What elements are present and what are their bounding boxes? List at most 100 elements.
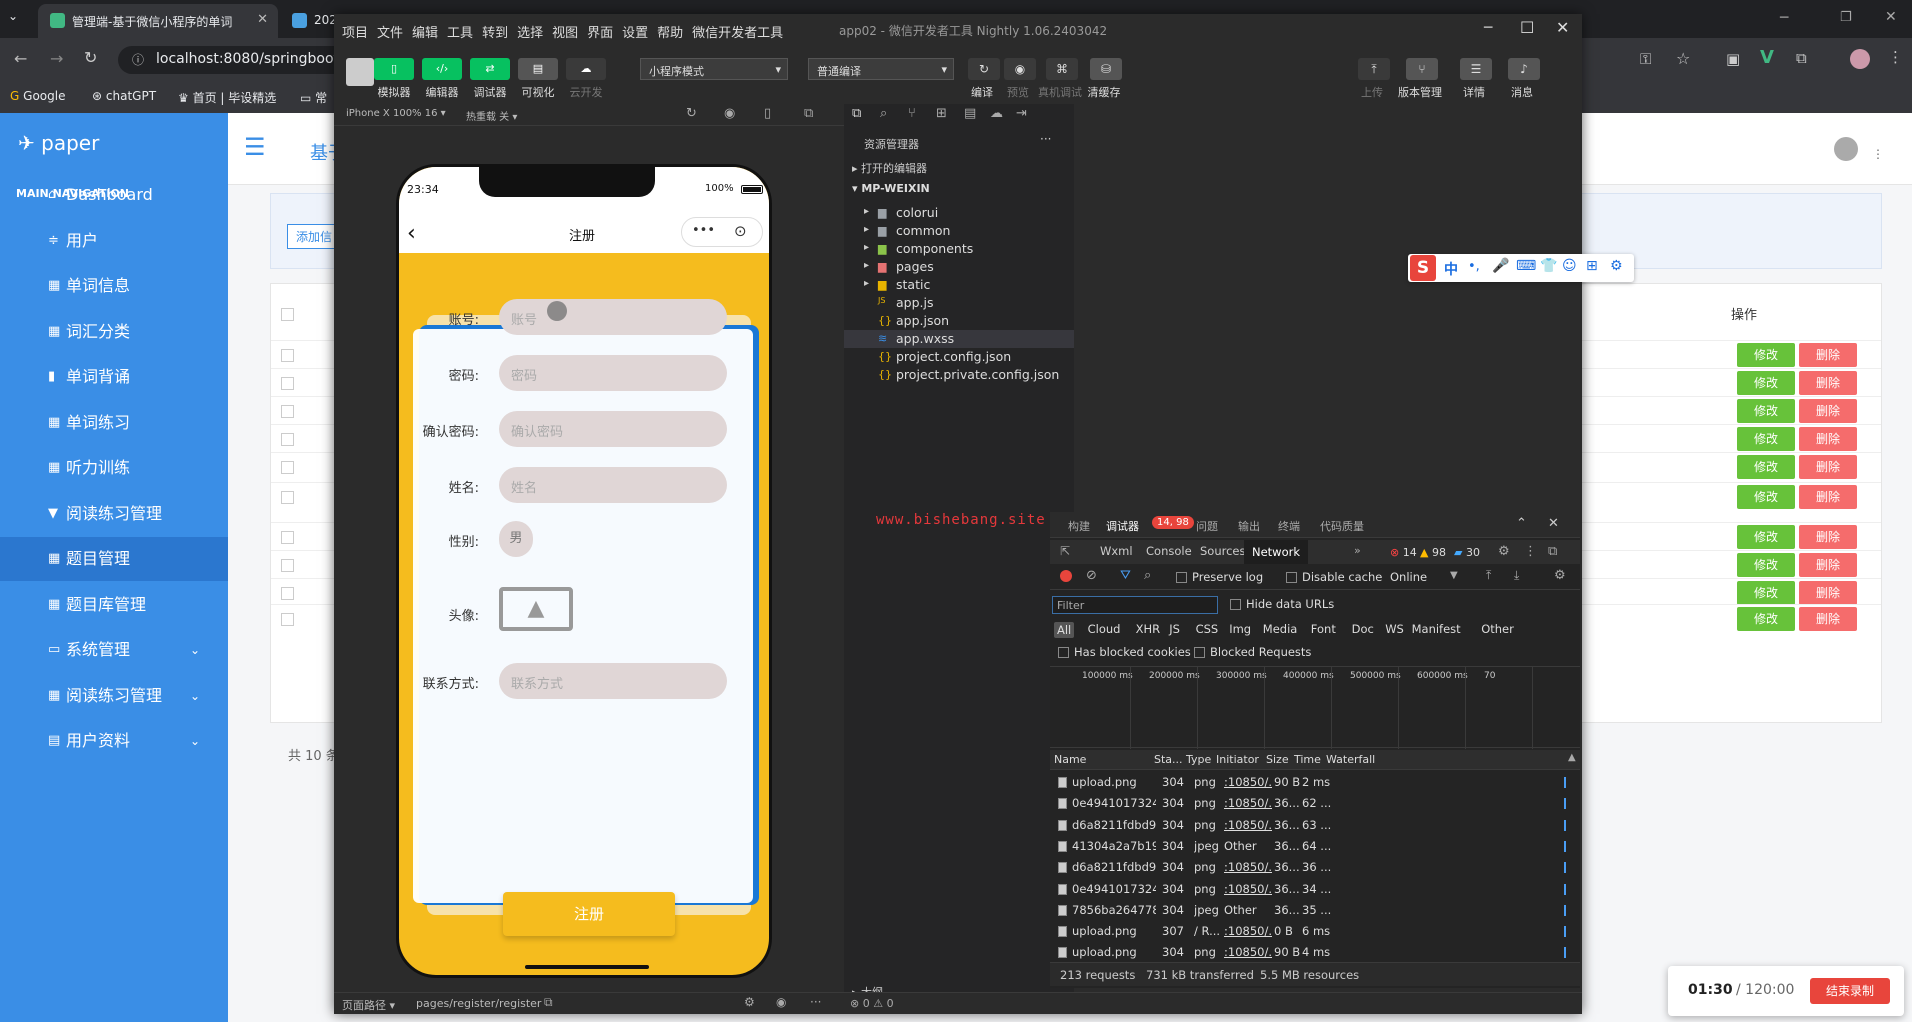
menu-item[interactable]: 编辑: [412, 26, 438, 41]
sidebar-item-1[interactable]: ≑ 用户: [0, 219, 228, 263]
delete-button[interactable]: 删除: [1799, 455, 1857, 479]
code-icon[interactable]: ‹/›: [422, 58, 462, 80]
device-select[interactable]: iPhone X 100% 16 ▾: [346, 108, 446, 119]
minimize-icon[interactable]: ─: [1484, 20, 1492, 36]
table-row[interactable]: d6a8211fdbd94... 304 png:10850/...36...36 …: [1054, 857, 1574, 878]
toolbox-icon[interactable]: ⊞: [1586, 258, 1598, 274]
collapse-icon[interactable]: ⌃: [1516, 516, 1527, 531]
debugger-tab[interactable]: 代码质量: [1320, 518, 1364, 534]
row-checkbox[interactable]: [281, 559, 294, 572]
settings-icon[interactable]: ⚙: [1610, 258, 1623, 274]
browser-tab-2[interactable]: 2021: [280, 4, 342, 38]
tab-search-icon[interactable]: ⌄: [8, 9, 18, 23]
type-filter[interactable]: All: [1054, 622, 1075, 638]
message-icon[interactable]: ♪: [1508, 58, 1540, 80]
select-all-checkbox[interactable]: [281, 308, 294, 321]
sidebar-item-12[interactable]: ▤ 用户资料 ⌄: [0, 719, 228, 763]
sidebar-item-10[interactable]: ▭ 系统管理 ⌄: [0, 628, 228, 672]
type-filter[interactable]: Manifest: [1412, 622, 1461, 636]
extensions-icon[interactable]: ⊞: [936, 106, 947, 121]
table-row[interactable]: 41304a2a7b194... 304 jpeg Other 36...64 ...: [1054, 836, 1574, 857]
edit-button[interactable]: 修改: [1737, 427, 1795, 451]
column-header[interactable]: Initiator: [1216, 753, 1259, 766]
reload-icon[interactable]: ↻: [84, 48, 97, 67]
visual-icon[interactable]: ▤: [518, 58, 558, 80]
type-filter[interactable]: Img: [1229, 622, 1251, 636]
column-header[interactable]: Type: [1186, 753, 1211, 766]
register-button[interactable]: 注册: [503, 892, 675, 936]
sidebar-item-8[interactable]: ▦ 题目管理: [0, 537, 248, 581]
back-icon[interactable]: ←: [14, 49, 27, 68]
more-tabs-icon[interactable]: »: [1354, 544, 1361, 557]
filter-icon[interactable]: ⛛: [1120, 568, 1131, 583]
file-tree-item[interactable]: ▸ ▆ components: [844, 240, 1074, 258]
close-icon[interactable]: ✕: [1548, 516, 1559, 531]
table-row[interactable]: d6a8211fdbd94... 304 png:10850/...36...63 …: [1054, 815, 1574, 836]
popout-icon[interactable]: ⧉: [804, 106, 813, 121]
forward-icon[interactable]: →: [50, 49, 63, 68]
storage-icon[interactable]: ▤: [964, 106, 976, 121]
details-icon[interactable]: ☰: [1460, 58, 1492, 80]
table-row[interactable]: upload.png 304 png:10850/...90 B4 ms: [1054, 942, 1574, 963]
column-header[interactable]: Name: [1054, 753, 1086, 766]
inner-tab[interactable]: Wxml: [1100, 544, 1133, 558]
sidebar-item-6[interactable]: ▦ 听力训练: [0, 446, 228, 490]
browser-tab-admin[interactable]: 管理端-基于微信小程序的单词 ✕: [38, 4, 278, 38]
table-row[interactable]: 0e49410173244... 304 png:10850/...36...62 …: [1054, 793, 1574, 814]
stop-recording-button[interactable]: 结束录制: [1810, 978, 1890, 1004]
ime-chinese-toggle[interactable]: 中: [1444, 259, 1458, 279]
maximize-icon[interactable]: ☐: [1520, 18, 1534, 37]
project-root[interactable]: ▾ MP-WEIXIN: [852, 182, 930, 195]
more-icon[interactable]: •••: [692, 223, 715, 238]
type-filter[interactable]: XHR: [1136, 622, 1161, 636]
close-icon[interactable]: ✕: [1556, 18, 1569, 37]
text-input[interactable]: 账号: [499, 299, 727, 335]
gender-picker[interactable]: 男: [499, 521, 533, 557]
extension-icon[interactable]: ▣: [1726, 50, 1740, 68]
page-path-select[interactable]: 页面路径 ▾: [342, 997, 395, 1013]
sidebar-item-2[interactable]: ▦ 单词信息: [0, 264, 228, 308]
toolbar-label[interactable]: 版本管理: [1390, 84, 1450, 100]
sidebar-item-9[interactable]: ▦ 题目库管理: [0, 583, 228, 627]
menu-item[interactable]: 转到: [482, 26, 508, 41]
delete-button[interactable]: 删除: [1799, 485, 1857, 509]
type-filter[interactable]: Media: [1263, 622, 1298, 636]
error-counts[interactable]: ⊗ 0 ⚠ 0: [850, 997, 894, 1010]
table-row[interactable]: upload.png 304 png:10850/...90 B2 ms: [1054, 772, 1574, 793]
table-row[interactable]: 7856ba2647784... 304 jpeg Other 36...35 ...: [1054, 900, 1574, 921]
sidebar-item-7[interactable]: ▼ 阅读练习管理: [0, 492, 228, 536]
filter-input[interactable]: Filter: [1052, 596, 1218, 614]
disable-cache-checkbox[interactable]: [1286, 572, 1297, 583]
phone-icon[interactable]: ▯: [764, 106, 771, 121]
throttle-select[interactable]: Online: [1390, 570, 1427, 584]
bookmark-star-icon[interactable]: ☆: [1676, 49, 1690, 68]
settings-icon[interactable]: ⚙: [744, 995, 755, 1009]
settings-icon[interactable]: ⚙: [1498, 544, 1510, 559]
clear-icon[interactable]: ⊘: [1086, 568, 1097, 583]
cloud-icon[interactable]: ☁: [990, 106, 1003, 121]
debugger-tab[interactable]: 输出: [1238, 518, 1260, 534]
dropdown-icon[interactable]: ⋮: [1872, 147, 1884, 161]
copy-icon[interactable]: ⧉: [544, 995, 553, 1010]
edit-button[interactable]: 修改: [1737, 371, 1795, 395]
table-row[interactable]: upload.png 307 / R...:10850/...0 B 6 ms: [1054, 921, 1574, 942]
toolbar-label[interactable]: 云开发: [556, 84, 616, 100]
delete-button[interactable]: 删除: [1799, 343, 1857, 367]
file-tree-item[interactable]: JS app.js: [844, 294, 1074, 312]
skin-icon[interactable]: 👕: [1540, 258, 1557, 274]
row-checkbox[interactable]: [281, 377, 294, 390]
sogou-logo-icon[interactable]: S: [1410, 255, 1436, 281]
blocked-cookies-checkbox[interactable]: [1058, 647, 1069, 658]
hide-data-urls-checkbox[interactable]: [1230, 599, 1241, 610]
vue-devtools-icon[interactable]: V: [1760, 47, 1774, 68]
stop-icon[interactable]: ◉: [724, 106, 735, 121]
file-tree-item[interactable]: {} project.private.config.json: [844, 366, 1074, 384]
real-device-icon[interactable]: ⌘: [1046, 58, 1078, 80]
sidebar-item-3[interactable]: ▦ 词汇分类: [0, 310, 228, 354]
menu-item[interactable]: 设置: [622, 26, 648, 41]
sidebar-item-0[interactable]: ⌂ Dashboard: [0, 173, 228, 217]
delete-button[interactable]: 删除: [1799, 581, 1857, 605]
more-menu-icon[interactable]: ⋮: [1888, 48, 1903, 66]
menu-item[interactable]: 视图: [552, 26, 578, 41]
debugger-tab[interactable]: 问题: [1196, 518, 1218, 534]
